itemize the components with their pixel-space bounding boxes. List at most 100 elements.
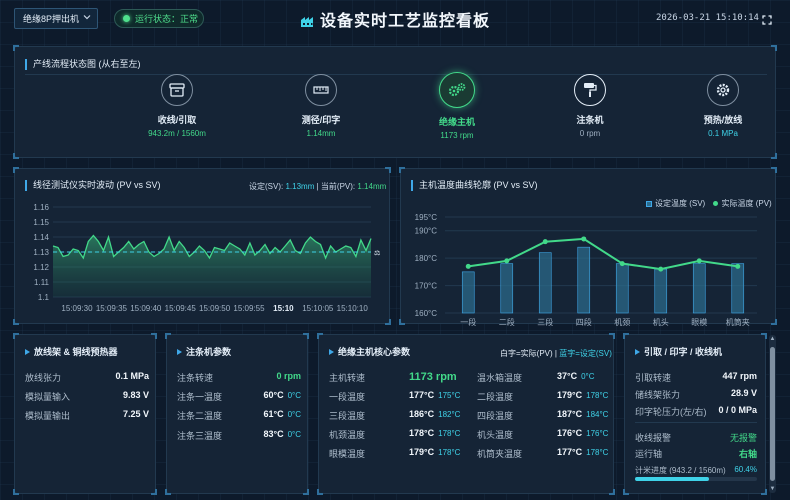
pv-point xyxy=(504,258,510,264)
param-value: 177°C 175°C xyxy=(409,390,461,400)
preheat-title: 放线架 & 铜线预热器 xyxy=(25,347,118,358)
param-row: 印字轮压力(左/右) 0 / 0 MPa xyxy=(635,405,757,417)
param-value: 179°C 178°C xyxy=(557,390,609,400)
param-row: 注条转速 0 rpm xyxy=(177,371,301,383)
injector-panel: 注条机参数 注条转速 0 rpm 注条一温度 60°C 0°C 注条二温度 61°C 0°… xyxy=(165,333,309,495)
x-tick-label: 二段 xyxy=(499,317,515,327)
param-row: 三段温度 186°C 182°C xyxy=(329,409,461,422)
scrollbar[interactable]: ▲ ▼ xyxy=(769,335,776,493)
x-tick-label: 15:09:50 xyxy=(199,304,231,313)
setpoint-value: 178°C xyxy=(586,448,609,457)
header: 绝缘8P押出机 运行状态：正常 设备实时工艺监控看板 2026-03-21 15… xyxy=(0,0,790,36)
x-tick-label: 15:09:45 xyxy=(165,304,197,313)
setpoint-value: 178°C xyxy=(586,391,609,400)
x-tick-label: 三段 xyxy=(537,317,553,327)
pv-value: 1.14mm xyxy=(357,182,387,191)
scroll-down-icon[interactable]: ▼ xyxy=(769,486,776,492)
param-value: 187°C 184°C xyxy=(557,409,609,419)
x-tick-label: 机颈 xyxy=(614,317,630,327)
param-value: 1173 rpm xyxy=(409,371,457,383)
param-label: 主机转速 xyxy=(329,373,366,383)
y-tick-label: 195°C xyxy=(415,213,438,222)
param-label: 眼模温度 xyxy=(329,449,366,459)
y-tick-label: 1.11 xyxy=(34,278,50,287)
x-tick-label: 15:09:30 xyxy=(61,304,93,313)
param-value: 177°C 178°C xyxy=(557,447,609,457)
param-label: 三段温度 xyxy=(329,411,366,421)
stage-name: 预热/放线 xyxy=(703,115,743,125)
x-tick-label: 15:10:10 xyxy=(337,304,369,313)
param-value: 178°C 178°C xyxy=(409,428,461,438)
temp-chart-panel: 主机温度曲线轮廓 (PV vs SV) 设定温度 (SV) 实际温度 (PV) … xyxy=(399,167,777,327)
param-value: 186°C 182°C xyxy=(409,409,461,419)
setpoint-value: 178°C xyxy=(438,429,461,438)
setpoint-value: 0°C xyxy=(581,372,595,381)
stage-takeup[interactable]: 收线/引取 943.2m / 1560m xyxy=(127,74,227,138)
setpoint-value: 184°C xyxy=(586,410,609,419)
sv-bar xyxy=(731,263,745,314)
flow-panel: 产线流程状态图 (从右至左) 收线/引取 943.2m / 1560m 测径/印… xyxy=(13,45,777,159)
sv-bar xyxy=(615,263,629,314)
y-tick-label: 1.12 xyxy=(33,263,49,272)
param-row: 注条一温度 60°C 0°C xyxy=(177,390,301,402)
sv-value: 1.13mm xyxy=(285,182,315,191)
y-tick-label: 180°C xyxy=(415,254,438,263)
x-tick-label: 机筒夹 xyxy=(726,317,750,327)
param-row: 引取转速 447 rpm xyxy=(635,371,757,383)
divider xyxy=(635,422,757,423)
paint-roller-icon xyxy=(574,74,606,106)
factory-icon xyxy=(300,14,316,33)
x-tick-label: 机头 xyxy=(653,317,669,327)
param-value: 37°C 0°C xyxy=(557,371,595,381)
x-tick-label: 眼模 xyxy=(691,317,707,327)
x-tick-label: 15:09:55 xyxy=(233,304,265,313)
pv-point xyxy=(658,266,664,272)
x-tick-label: 15:09:35 xyxy=(96,304,128,313)
stage-value: 943.2m / 1560m xyxy=(148,129,206,138)
gears-icon xyxy=(439,72,475,108)
param-row: 收线报警 无报警 xyxy=(635,433,757,443)
param-row: 注条三温度 83°C 0°C xyxy=(177,429,301,441)
datetime: 2026-03-21 15:10:14 xyxy=(656,13,759,23)
param-row: 储线架张力 28.9 V xyxy=(635,388,757,400)
stage-value: 0 rpm xyxy=(579,129,601,138)
pv-point xyxy=(581,236,587,242)
stage-preheat[interactable]: 预热/放线 0.1 MPa xyxy=(673,74,773,138)
stage-gauge[interactable]: 测径/印字 1.14mm xyxy=(271,74,371,138)
progress-row: 计米进度 (943.2 / 1560m) 60.4% xyxy=(635,465,757,475)
stage-main-extruder[interactable]: 绝缘主机 1173 rpm xyxy=(407,72,507,140)
param-row: 运行轴 右轴 xyxy=(635,449,757,459)
stage-injector[interactable]: 注条机 0 rpm xyxy=(540,74,640,138)
scroll-up-icon[interactable]: ▲ xyxy=(769,336,776,342)
setpoint-value: 175°C xyxy=(438,391,461,400)
x-tick-label: 15:10 xyxy=(273,304,294,313)
sv-bar xyxy=(654,268,668,314)
diameter-chart: 1.161.151.141.131.121.111.1⚖15:09:30 15:0… xyxy=(33,203,380,313)
main-core-legend: 白字=实际(PV) | 蓝字=设定(SV) xyxy=(500,349,612,358)
stage-value: 1.14mm xyxy=(306,129,336,138)
param-row: 主机转速 1173 rpm xyxy=(329,371,459,384)
sv-bar xyxy=(692,263,706,314)
y-tick-label: 170°C xyxy=(415,282,438,291)
stage-name: 绝缘主机 xyxy=(438,117,475,127)
param-row: 二段温度 179°C 178°C xyxy=(477,390,609,403)
param-value: 179°C 178°C xyxy=(409,447,461,457)
main-core-panel: 绝缘主机核心参数 白字=实际(PV) | 蓝字=设定(SV) 主机转速 1173 … xyxy=(317,333,615,495)
meter-progress-fill xyxy=(635,477,709,481)
takeup-panel: 引取 / 印字 / 收线机 引取转速 447 rpm 储线架张力 28.9 V 印字… xyxy=(623,333,767,495)
spool-box-icon xyxy=(161,74,193,106)
diameter-chart-legend: 设定(SV): 1.13mm | 当前(PV): 1.14mm xyxy=(249,182,387,191)
stage-value: 1173 rpm xyxy=(440,131,474,140)
param-label: 四段温度 xyxy=(477,411,514,421)
param-label: 二段温度 xyxy=(477,392,514,402)
param-row: 模拟量输入 9.83 V xyxy=(25,390,149,402)
diameter-chart-panel: 线径测试仪实时波动 (PV vs SV) 设定(SV): 1.13mm | 当前… xyxy=(13,167,391,325)
sv-bar xyxy=(538,252,552,314)
sv-bar xyxy=(577,246,591,314)
meter-progress-bar xyxy=(635,477,757,481)
cog-icon xyxy=(707,74,739,106)
param-label: 机颈温度 xyxy=(329,430,366,440)
scroll-thumb[interactable] xyxy=(770,347,775,481)
fullscreen-icon[interactable] xyxy=(762,12,772,25)
x-tick-label: 15:10:05 xyxy=(302,304,334,313)
